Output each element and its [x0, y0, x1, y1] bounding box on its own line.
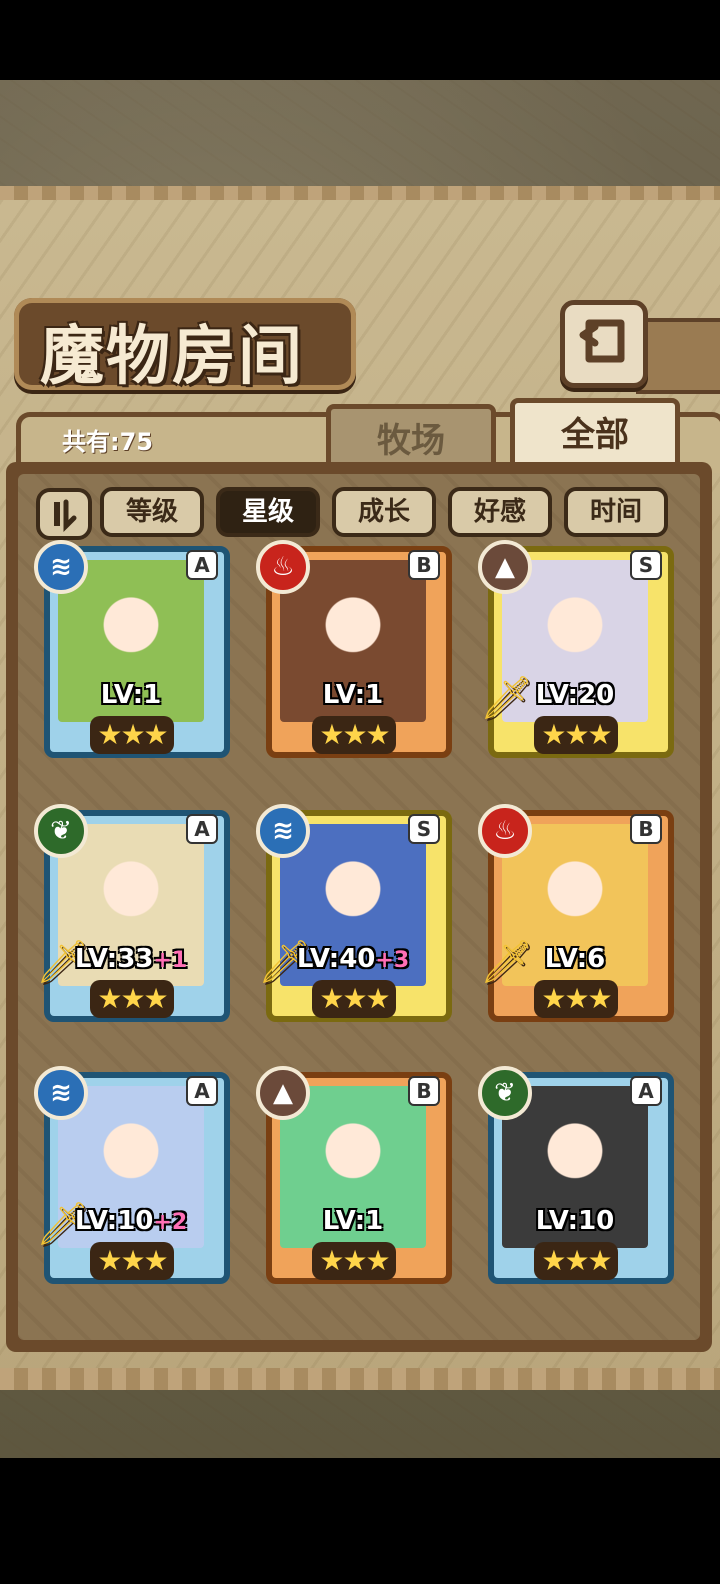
monster-level: LV:33+1 [34, 944, 228, 974]
star-rating: ★★★ [90, 1242, 174, 1280]
level-text: LV:1 [322, 1206, 384, 1236]
star-rating: ★★★ [312, 716, 396, 754]
level-text: LV:20 [535, 680, 615, 710]
back-button-rail [636, 318, 720, 394]
rank-badge: A [186, 550, 218, 580]
sort-affection-button[interactable]: 好感 [448, 487, 552, 537]
fire-element-icon: ♨ [478, 804, 532, 858]
star-rating: ★★★ [90, 716, 174, 754]
monster-card[interactable]: ▲ S 🗡 LV:20 ★★★ [478, 540, 674, 758]
star-rating: ★★★ [90, 980, 174, 1018]
monster-card[interactable]: ❦ A LV:10 ★★★ [478, 1066, 674, 1284]
tab-all[interactable]: 全部 [510, 398, 680, 472]
sort-level-button[interactable]: 等级 [100, 487, 204, 537]
water-element-icon: ≋ [34, 1066, 88, 1120]
monster-level: LV:10 [478, 1206, 672, 1236]
earth-element-icon: ▲ [478, 540, 532, 594]
star-rating: ★★★ [534, 716, 618, 754]
back-button[interactable] [560, 300, 648, 388]
sort-star-button[interactable]: 星级 [216, 487, 320, 537]
level-text: LV:1 [322, 680, 384, 710]
pause-order-icon [54, 499, 77, 533]
star-rating: ★★★ [312, 1242, 396, 1280]
monster-count: 共有:75 [62, 428, 153, 456]
monster-level: LV:1 [256, 680, 450, 710]
level-bonus: +2 [153, 1210, 188, 1235]
monster-card[interactable]: ❦ A 🗡 LV:33+1 ★★★ [34, 804, 230, 1022]
monster-card[interactable]: ≋ S 🗡 LV:40+3 ★★★ [256, 804, 452, 1022]
star-rating: ★★★ [534, 1242, 618, 1280]
monster-level: LV:10+2 [34, 1206, 228, 1236]
rank-badge: B [408, 1076, 440, 1106]
nav-bar-area [0, 1458, 720, 1584]
back-arrow-icon [579, 319, 625, 363]
rank-badge: A [186, 1076, 218, 1106]
level-text: LV:10 [535, 1206, 615, 1236]
rank-badge: S [630, 550, 662, 580]
water-element-icon: ≋ [256, 804, 310, 858]
monster-card[interactable]: ♨ B 🗡 LV:6 ★★★ [478, 804, 674, 1022]
monster-level: LV:40+3 [256, 944, 450, 974]
monster-level: LV:20 [478, 680, 672, 710]
rank-badge: B [408, 550, 440, 580]
rank-badge: B [630, 814, 662, 844]
rank-badge: S [408, 814, 440, 844]
level-text: LV:6 [544, 944, 606, 974]
star-rating: ★★★ [312, 980, 396, 1018]
sort-time-button[interactable]: 时间 [564, 487, 668, 537]
fire-element-icon: ♨ [256, 540, 310, 594]
rank-badge: A [186, 814, 218, 844]
rank-badge: A [630, 1076, 662, 1106]
wood-element-icon: ❦ [478, 1066, 532, 1120]
monster-card[interactable]: ♨ B LV:1 ★★★ [256, 540, 452, 758]
water-element-icon: ≋ [34, 540, 88, 594]
level-bonus: +1 [153, 948, 188, 973]
sort-order-toggle[interactable] [36, 488, 92, 540]
level-text: LV:10 [74, 1206, 154, 1236]
monster-card[interactable]: ≋ A 🗡 LV:10+2 ★★★ [34, 1066, 230, 1284]
level-text: LV:33 [74, 944, 154, 974]
level-text: LV:40 [296, 944, 376, 974]
level-bonus: +3 [375, 948, 410, 973]
decor-band-bottom [0, 1368, 720, 1390]
sort-growth-button[interactable]: 成长 [332, 487, 436, 537]
wood-element-icon: ❦ [34, 804, 88, 858]
monster-card[interactable]: ▲ B LV:1 ★★★ [256, 1066, 452, 1284]
status-bar-area [0, 0, 720, 80]
monster-level: LV:1 [256, 1206, 450, 1236]
level-text: LV:1 [100, 680, 162, 710]
earth-element-icon: ▲ [256, 1066, 310, 1120]
monster-level: LV:6 [478, 944, 672, 974]
page-title: 魔物房间 [40, 319, 304, 394]
star-rating: ★★★ [534, 980, 618, 1018]
monster-card[interactable]: ≋ A LV:1 ★★★ [34, 540, 230, 758]
monster-level: LV:1 [34, 680, 228, 710]
